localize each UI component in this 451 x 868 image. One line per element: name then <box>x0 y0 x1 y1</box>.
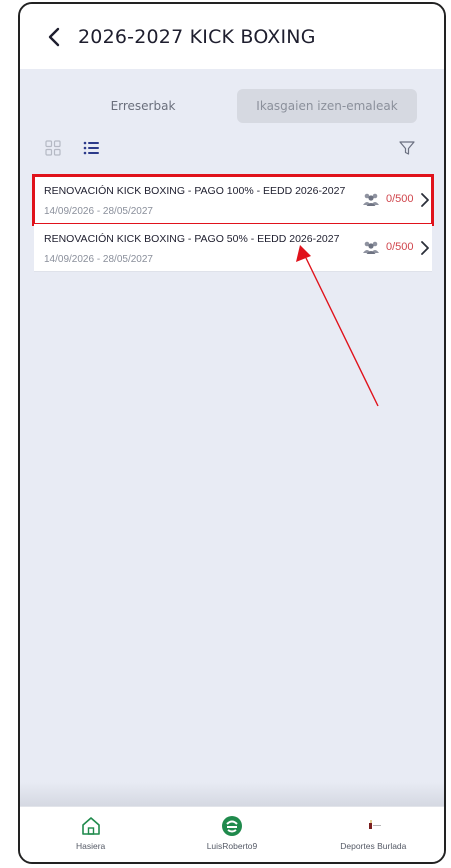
people-icon <box>363 193 379 206</box>
tab-registrations[interactable]: Ikasgaien izen-emaleak <box>237 89 417 123</box>
chevron-left-icon <box>48 27 60 46</box>
nav-home[interactable]: Hasiera <box>26 807 156 862</box>
item-title: RENOVACIÓN KICK BOXING - PAGO 100% - EED… <box>44 185 346 197</box>
item-dates: 14/09/2026 - 28/05/2027 <box>44 254 153 265</box>
tab-bar: Erreserbak Ikasgaien izen-emaleak <box>20 89 444 123</box>
item-dates: 14/09/2026 - 28/05/2027 <box>44 206 153 217</box>
back-button[interactable] <box>32 15 76 59</box>
list-item[interactable]: RENOVACIÓN KICK BOXING - PAGO 50% - EEDD… <box>34 224 432 272</box>
view-toolbar <box>20 137 444 159</box>
activity-list: RENOVACIÓN KICK BOXING - PAGO 100% - EED… <box>32 174 434 272</box>
phone-frame: 2026-2027 KICK BOXING Erreserbak Ikasgai… <box>18 2 446 864</box>
occupancy-count: 0/500 <box>386 193 414 205</box>
nav-club-label: Deportes Burlada <box>340 841 407 851</box>
nav-home-label: Hasiera <box>76 841 106 851</box>
bottom-navigation: Hasiera LuisRoberto9 Deportes Burlada <box>20 806 444 862</box>
app-header: 2026-2027 KICK BOXING <box>20 4 444 69</box>
nav-profile[interactable]: LuisRoberto9 <box>167 807 297 862</box>
occupancy-count: 0/500 <box>386 241 414 253</box>
list-view-icon[interactable] <box>83 140 99 156</box>
list-item[interactable]: RENOVACIÓN KICK BOXING - PAGO 100% - EED… <box>32 174 434 226</box>
filter-icon[interactable] <box>398 139 416 157</box>
nav-profile-label: LuisRoberto9 <box>206 841 258 851</box>
nav-club[interactable]: Deportes Burlada <box>308 807 438 862</box>
tab-reservations[interactable]: Erreserbak <box>78 89 208 123</box>
profile-logo-icon <box>221 816 242 836</box>
chevron-right-icon <box>421 241 429 255</box>
club-logo-icon <box>369 820 382 829</box>
page-title: 2026-2027 KICK BOXING <box>78 25 316 48</box>
chevron-right-icon <box>421 193 429 207</box>
people-icon <box>363 241 379 254</box>
grid-view-icon[interactable] <box>45 140 61 156</box>
home-icon <box>81 817 100 835</box>
item-title: RENOVACIÓN KICK BOXING - PAGO 50% - EEDD… <box>44 233 340 245</box>
